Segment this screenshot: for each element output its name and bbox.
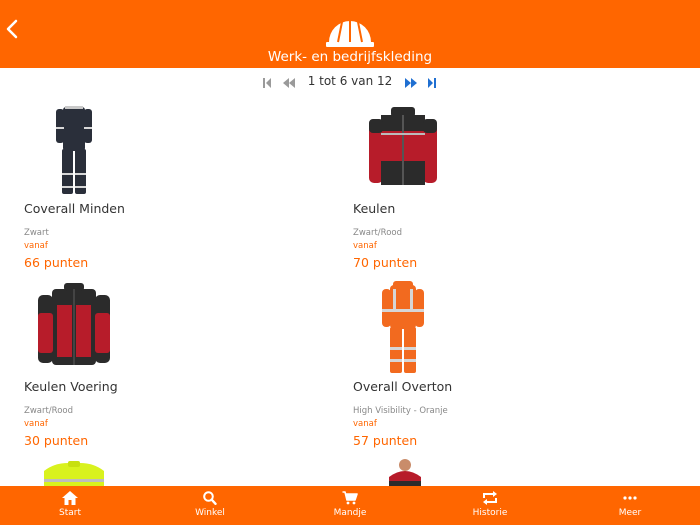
page-title: Werk- en bedrijfskleding [267, 49, 433, 65]
price-prefix: vanaf [353, 241, 377, 251]
product-card[interactable]: Coverall Minden Zwart vanaf 66 punten [24, 101, 324, 273]
product-color: Zwart/Rood [353, 228, 402, 238]
price-prefix: vanaf [353, 419, 377, 429]
product-image [389, 459, 421, 487]
search-icon [203, 491, 217, 505]
last-page-icon[interactable] [427, 76, 437, 90]
product-price: 66 punten [24, 255, 89, 270]
product-image [382, 281, 424, 373]
tab-label: Meer [618, 508, 642, 518]
tab-mandje[interactable]: Mandje [280, 486, 420, 525]
product-card[interactable]: Keulen Zwart/Rood vanaf 70 punten [353, 101, 653, 273]
tab-label: Start [59, 508, 81, 518]
tab-label: Historie [472, 508, 508, 518]
tab-label: Mandje [333, 508, 367, 518]
hard-hat-logo-icon [326, 20, 374, 47]
cart-icon [342, 491, 358, 505]
product-color: Zwart/Rood [24, 406, 73, 416]
product-price: 30 punten [24, 433, 89, 448]
product-card[interactable] [353, 457, 453, 487]
product-color: Zwart [24, 228, 49, 238]
pagination-info: 1 tot 6 van 12 [307, 74, 393, 88]
tab-winkel[interactable]: Winkel [140, 486, 280, 525]
product-image [44, 461, 104, 487]
product-card[interactable]: Overall Overton High Visibility - Oranje… [353, 279, 653, 451]
product-color: High Visibility - Oranje [353, 406, 448, 416]
product-name: Coverall Minden [24, 201, 125, 216]
product-name: Keulen [353, 201, 396, 216]
product-image [38, 283, 110, 365]
back-chevron-icon[interactable] [2, 15, 24, 43]
product-card[interactable] [24, 457, 124, 487]
app-header: Werk- en bedrijfskleding [0, 0, 700, 68]
tab-start[interactable]: Start [0, 486, 140, 525]
home-icon [62, 491, 78, 505]
first-page-icon[interactable] [262, 76, 272, 90]
product-name: Keulen Voering [24, 379, 118, 394]
more-dots-icon [623, 496, 637, 500]
tab-meer[interactable]: Meer [560, 486, 700, 525]
product-card[interactable]: Keulen Voering Zwart/Rood vanaf 30 punte… [24, 279, 324, 451]
product-price: 70 punten [353, 255, 418, 270]
tab-label: Winkel [195, 508, 225, 518]
price-prefix: vanaf [24, 241, 48, 251]
previous-page-icon[interactable] [282, 76, 296, 90]
tab-historie[interactable]: Historie [420, 486, 560, 525]
product-image [56, 106, 92, 194]
next-page-icon[interactable] [404, 76, 418, 90]
product-price: 57 punten [353, 433, 418, 448]
pagination-bar: 1 tot 6 van 12 [0, 74, 700, 92]
product-image [369, 107, 437, 185]
bottom-tab-bar: Start Winkel Mandje Historie Meer [0, 486, 700, 525]
repeat-icon [483, 491, 497, 505]
price-prefix: vanaf [24, 419, 48, 429]
product-name: Overall Overton [353, 379, 453, 394]
